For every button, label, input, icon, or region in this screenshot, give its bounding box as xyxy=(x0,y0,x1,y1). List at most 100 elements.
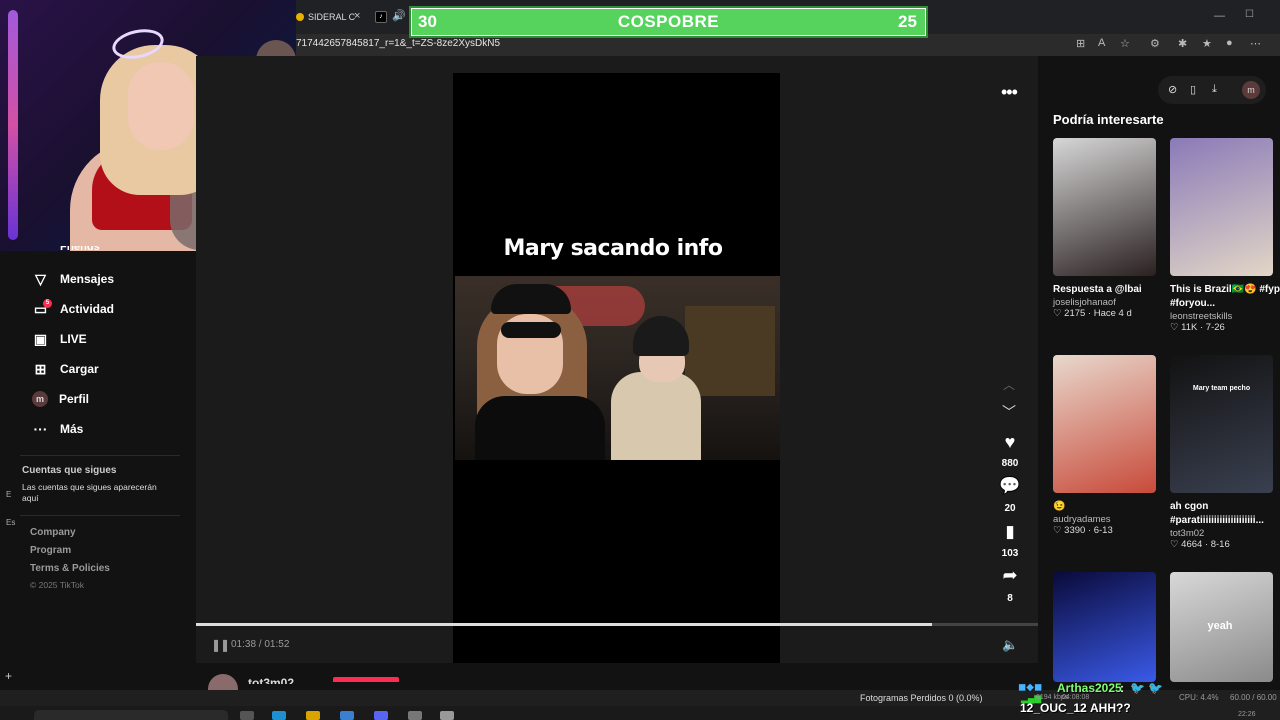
copyright: © 2025 TikTok xyxy=(30,580,84,590)
comment-count: 20 xyxy=(1004,503,1016,514)
sidebar-item-live[interactable]: ▣ LIVE xyxy=(32,328,87,350)
obs-icon[interactable] xyxy=(408,711,422,720)
discord-icon[interactable] xyxy=(374,711,388,720)
share-count: 8 xyxy=(1007,593,1013,604)
file-explorer-icon[interactable] xyxy=(306,711,320,720)
following-description: Las cuentas que sigues aparecerán aquí xyxy=(22,482,157,503)
recommendation-author[interactable]: leonstreetskills xyxy=(1170,311,1280,322)
video-thumbnail[interactable] xyxy=(1170,138,1273,276)
maximize-icon[interactable]: ☐ xyxy=(1245,9,1254,20)
more-icon: ··· xyxy=(33,421,48,437)
sidebar-item-perfil[interactable]: m Perfil xyxy=(32,388,89,410)
beanie-hat xyxy=(633,316,689,356)
video-thumbnail[interactable]: yeah xyxy=(1170,572,1273,682)
recommendation-stats: ♡ 4664 · 8-16 xyxy=(1170,539,1230,550)
recommendation-author[interactable]: audryadames xyxy=(1053,514,1163,525)
user-avatar[interactable]: m xyxy=(1242,81,1260,99)
recommendation-title[interactable]: Respuesta a @lbai xyxy=(1053,283,1163,297)
video-progress-fill xyxy=(196,623,932,626)
comment-icon[interactable]: 💬 xyxy=(996,476,1024,496)
profile-icon[interactable]: ● xyxy=(1226,37,1233,49)
extension-icon[interactable]: ⚙ xyxy=(1150,37,1160,50)
video-thumbnail[interactable] xyxy=(1053,355,1156,493)
phone-icon[interactable]: ▯ xyxy=(1190,83,1196,96)
video-caption: Mary sacando info xyxy=(503,236,724,261)
url-text[interactable]: 717442657845817_r=1&_t=ZS-8ze2XysDkN5 xyxy=(296,38,500,49)
car-window xyxy=(685,306,775,396)
send-icon: ▽ xyxy=(35,270,46,287)
compass-icon[interactable]: ⊘ xyxy=(1168,83,1177,96)
minimize-icon[interactable]: — xyxy=(1214,10,1225,22)
following-title: Cuentas que sigues xyxy=(22,465,117,476)
pause-icon[interactable]: ❚❚ xyxy=(211,638,230,652)
volume-icon[interactable]: 🔈 xyxy=(1002,637,1018,653)
more-options-icon[interactable]: ••• xyxy=(1001,82,1018,103)
footer-link-program[interactable]: Program xyxy=(30,545,71,556)
activity-icon: ▭ 5 xyxy=(32,298,52,318)
video-clip[interactable] xyxy=(455,276,780,460)
recommendation-title[interactable]: 😉 xyxy=(1053,500,1163,514)
speaker-icon[interactable]: 🔊 xyxy=(392,9,406,22)
upload-icon: ⊞ xyxy=(34,360,47,377)
app-icon[interactable] xyxy=(440,711,454,720)
bookmark-icon[interactable]: ▮ xyxy=(996,522,1024,542)
footer-link-company[interactable]: Company xyxy=(30,527,76,538)
close-tab-icon[interactable]: × xyxy=(354,10,360,22)
chevron-down-icon[interactable]: ﹀ xyxy=(1002,402,1016,422)
goal-title: COSPOBRE xyxy=(617,12,720,31)
sidebar-item-actividad[interactable]: ▭ 5 Actividad xyxy=(32,298,114,320)
goal-right-value: 25 xyxy=(898,12,917,31)
recommendation-card[interactable]: This is Brazil🇧🇷😍 #fyp #foryou... leonstr… xyxy=(1170,138,1280,333)
cpu-usage: CPU: 4.4% xyxy=(1179,693,1219,702)
split-view-icon[interactable]: ⊞ xyxy=(1076,37,1085,50)
thumbnail-label: yeah xyxy=(1207,620,1233,632)
chat-message: AHH?? xyxy=(1090,701,1131,715)
sidebar-item-mensajes[interactable]: ▽ Mensajes xyxy=(32,268,114,290)
favorites-icon[interactable]: ★ xyxy=(1202,37,1212,50)
video-thumbnail[interactable] xyxy=(1053,138,1156,276)
chevron-up-icon[interactable]: ︿ xyxy=(1003,376,1015,393)
like-heart-icon[interactable]: ♥ xyxy=(996,432,1024,453)
edge-fragment: E xyxy=(6,490,12,499)
taskbar-search[interactable] xyxy=(34,710,228,720)
sidebar-item-label: Actividad xyxy=(60,302,115,316)
task-view-icon[interactable] xyxy=(240,711,254,720)
edge-browser-icon[interactable] xyxy=(272,711,286,720)
video-thumbnail[interactable]: Mary team pecho xyxy=(1170,355,1273,493)
recommendation-author[interactable]: joselisjohanaof xyxy=(1053,297,1163,308)
sidebar-item-mas[interactable]: ··· Más xyxy=(32,418,84,440)
download-icon[interactable]: ⤓ xyxy=(1212,83,1217,96)
menu-dots-icon[interactable]: ⋯ xyxy=(1250,37,1261,50)
like-count: 880 xyxy=(1001,458,1019,469)
recommendation-card[interactable]: Respuesta a @lbai joselisjohanaof ♡ 2175 ·… xyxy=(1053,138,1163,319)
chat-username[interactable]: Arthas2025 xyxy=(1057,681,1122,695)
puzzle-icon[interactable]: ✱ xyxy=(1178,37,1187,50)
store-icon[interactable] xyxy=(340,711,354,720)
recommendation-card[interactable]: 😉 audryadames ♡ 3390 · 6-13 xyxy=(1053,355,1163,536)
video-time: 01:38 / 01:52 xyxy=(231,639,290,650)
sidebar-item-cargar[interactable]: ⊞ Cargar xyxy=(32,358,99,380)
edge-fragment: Es xyxy=(6,518,16,527)
recommendation-title[interactable]: This is Brazil🇧🇷😍 #fyp #foryou... xyxy=(1170,283,1280,311)
footer-link-terms[interactable]: Terms & Policies xyxy=(30,563,110,574)
video-thumbnail[interactable] xyxy=(1053,572,1156,682)
dropped-frames: Fotogramas Perdidos 0 (0.0%) xyxy=(860,693,983,703)
recommendation-title[interactable]: ah cgon #paratiiiiiiiiiiiiiiiiiiii... xyxy=(1170,500,1280,528)
tiktok-tab-icon[interactable]: ♪ xyxy=(375,11,387,23)
sunglasses xyxy=(501,322,561,338)
recommendation-card[interactable]: yeah xyxy=(1170,572,1280,689)
recommendation-card[interactable] xyxy=(1053,572,1163,689)
translate-icon[interactable]: A xyxy=(1098,37,1105,49)
chat-username[interactable]: 12_OUC_12 xyxy=(1020,701,1087,715)
favorite-star-icon[interactable]: ☆ xyxy=(1120,37,1130,50)
sidebar-item-label: LIVE xyxy=(60,332,87,346)
share-arrow-icon[interactable]: ➦ xyxy=(996,565,1024,586)
plus-icon[interactable]: + xyxy=(5,669,12,683)
system-clock: 22:26 xyxy=(1238,711,1256,718)
sidebar-item-label: Perfil xyxy=(59,392,90,406)
recommendation-stats: ♡ 3390 · 6-13 xyxy=(1053,525,1113,536)
recommendation-card[interactable]: Mary team pecho ah cgon #paratiiiiiiiiiii… xyxy=(1170,355,1280,550)
author-name[interactable]: tot3m02 xyxy=(248,676,294,684)
divider xyxy=(20,515,180,516)
recommendation-author[interactable]: tot3m02 xyxy=(1170,528,1280,539)
